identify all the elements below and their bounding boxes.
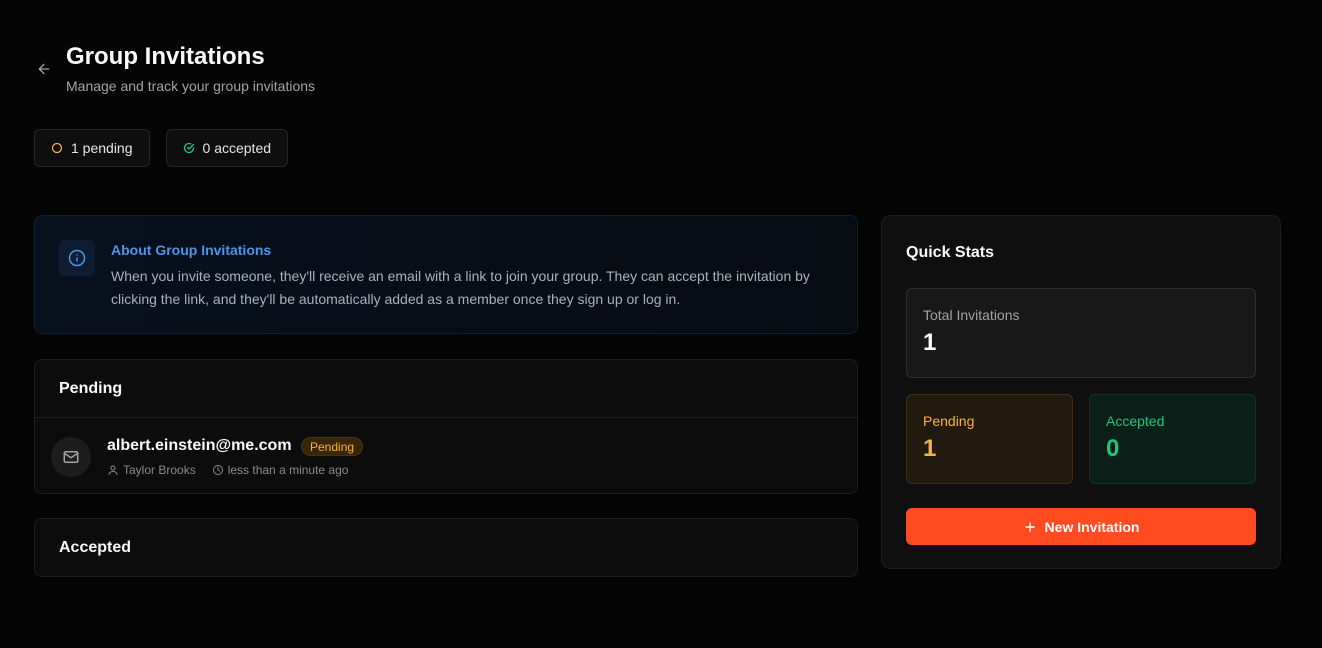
info-card: About Group Invitations When you invite …	[34, 215, 858, 334]
status-badge: Pending	[301, 437, 364, 456]
user-icon	[108, 465, 118, 475]
invitation-meta: Taylor Brooks less than a minute ago	[107, 463, 348, 477]
back-button[interactable]	[34, 59, 54, 79]
page-subtitle: Manage and track your group invitations	[66, 78, 316, 94]
new-invitation-label: New Invitation	[1044, 518, 1140, 535]
new-invitation-button[interactable]: New Invitation	[906, 508, 1256, 545]
clock-icon	[212, 465, 223, 475]
accepted-stat-value: 0	[1106, 435, 1120, 462]
invitation-time: less than a minute ago	[227, 463, 349, 477]
mail-avatar	[51, 437, 91, 477]
total-invitations-stat: Total Invitations 1	[906, 288, 1256, 378]
status-chips: 1 pending 0 accepted	[34, 129, 289, 167]
pending-stat-value: 1	[923, 435, 937, 462]
invitation-email: albert.einstein@me.com	[107, 437, 292, 454]
pending-chip: 1 pending	[34, 129, 150, 167]
accepted-stat: Accepted 0	[1089, 394, 1256, 484]
pending-section: Pending albert.einstein@me.com Pending T…	[34, 359, 858, 494]
plus-icon	[1024, 521, 1035, 532]
quick-stats-card: Quick Stats Total Invitations 1 Pending …	[881, 215, 1281, 569]
total-invitations-value: 1	[923, 329, 937, 356]
invitation-row[interactable]: albert.einstein@me.com Pending Taylor Br…	[35, 417, 857, 494]
mail-icon	[63, 451, 79, 463]
pending-section-title: Pending	[59, 379, 123, 397]
total-invitations-label: Total Invitations	[923, 307, 1020, 323]
info-icon-box	[59, 240, 95, 276]
page-header: Group Invitations Manage and track your …	[34, 42, 315, 94]
quick-stats-title: Quick Stats	[906, 244, 995, 261]
accepted-section: Accepted	[34, 518, 858, 577]
accepted-chip-label: 0 accepted	[202, 140, 272, 156]
pending-chip-label: 1 pending	[71, 140, 133, 156]
circle-icon	[51, 142, 63, 154]
arrow-left-icon	[38, 63, 50, 75]
accepted-chip: 0 accepted	[165, 129, 289, 167]
accepted-section-title: Accepted	[59, 538, 132, 556]
pending-stat-label: Pending	[923, 413, 975, 429]
info-icon	[68, 249, 86, 267]
page-title: Group Invitations	[66, 43, 265, 70]
inviter-name: Taylor Brooks	[123, 463, 196, 477]
check-circle-icon	[183, 142, 194, 154]
pending-stat: Pending 1	[906, 394, 1073, 484]
accepted-stat-label: Accepted	[1106, 413, 1165, 429]
title-group: Group Invitations Manage and track your …	[66, 42, 315, 94]
info-title: About Group Invitations	[111, 242, 272, 258]
info-text: When you invite someone, they'll receive…	[111, 268, 810, 307]
